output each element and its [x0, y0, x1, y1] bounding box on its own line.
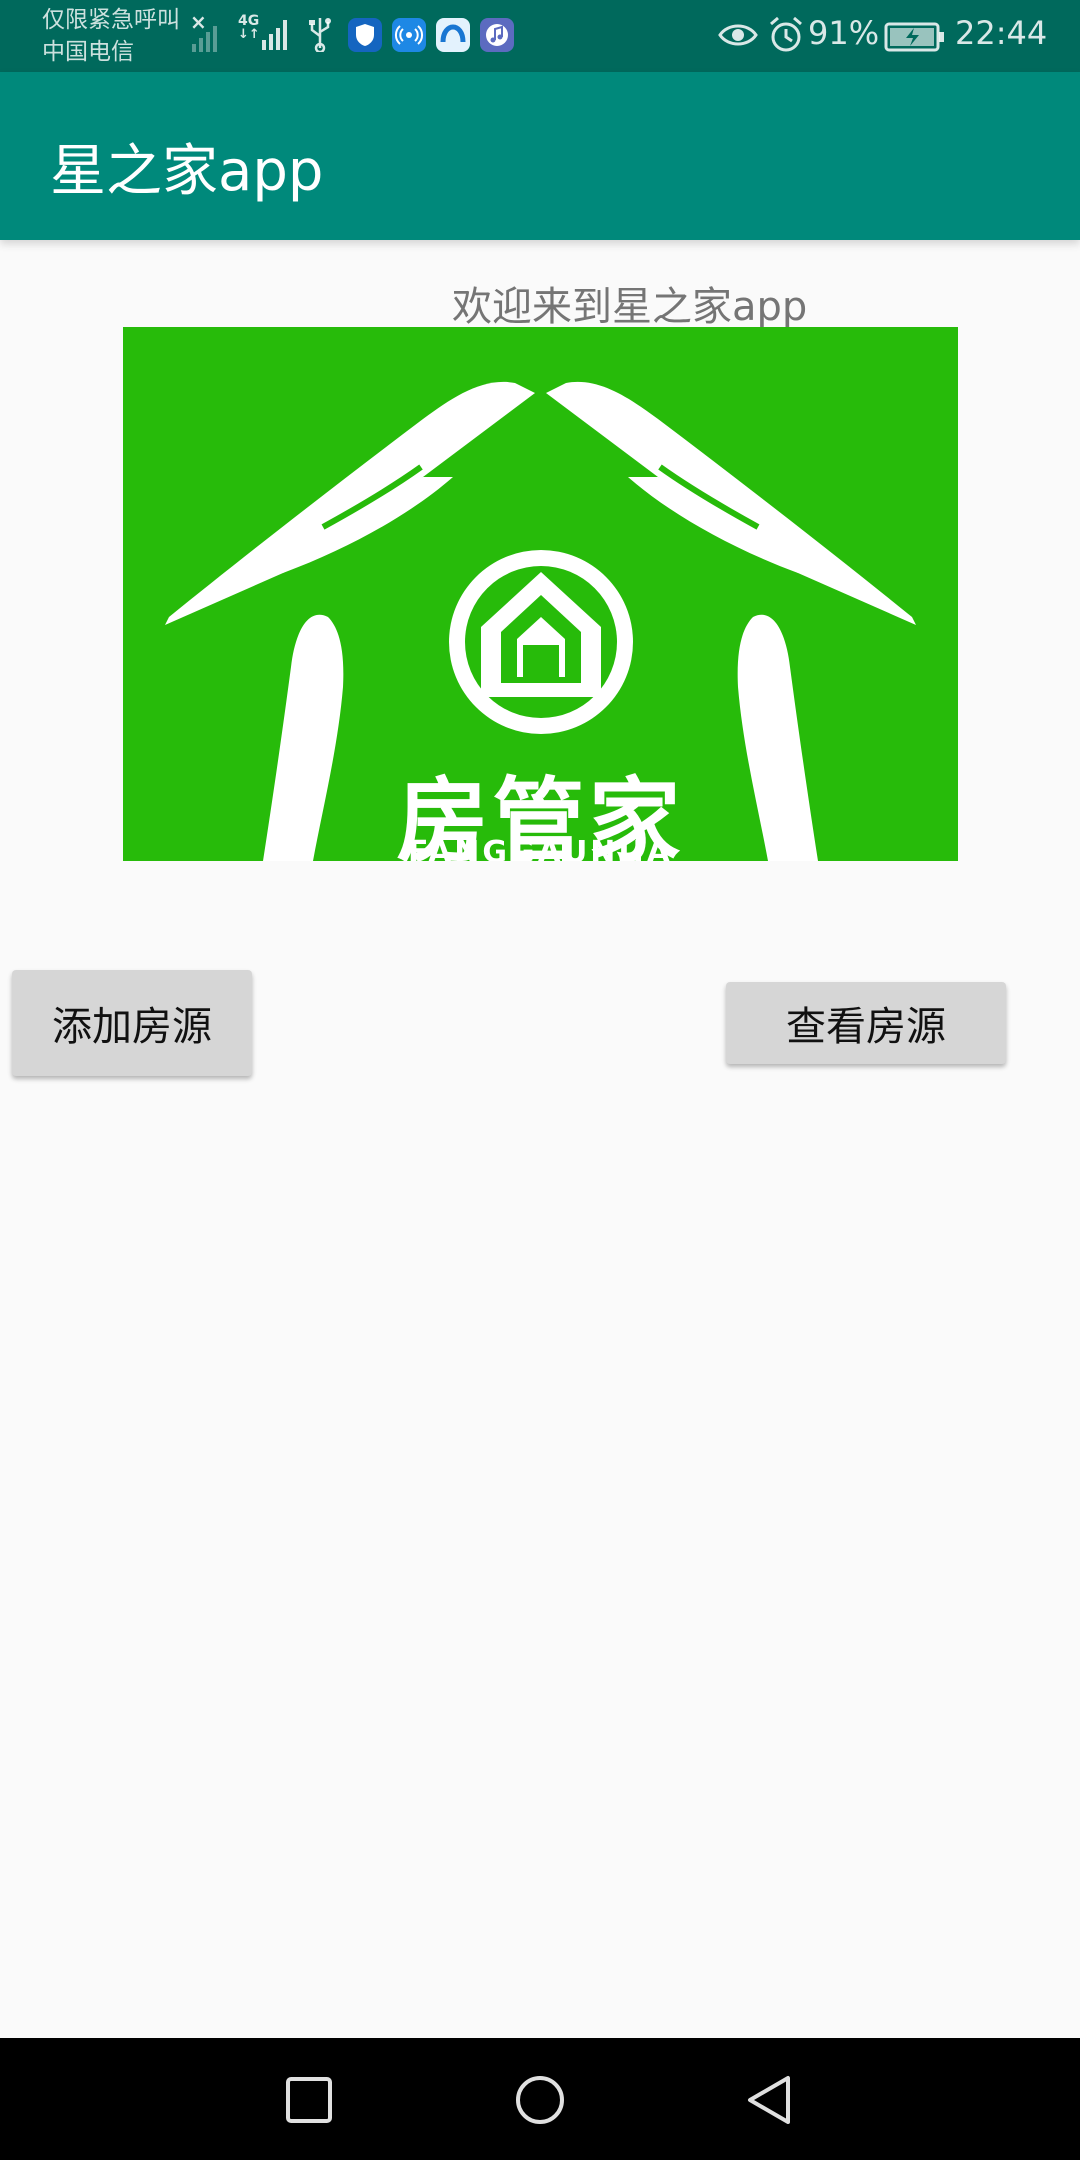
add-listing-button[interactable]: 添加房源: [12, 970, 252, 1076]
signal-icon: [262, 20, 287, 50]
welcome-text: 欢迎来到星之家app: [452, 284, 808, 330]
view-listing-button[interactable]: 查看房源: [726, 982, 1006, 1064]
screen: 仅限紧急呼叫 中国电信 × 4G ↓↑ 91% 22:44 星之家app 欢迎来…: [0, 0, 1080, 2160]
logo-image: 房管家 FANGGAUNJIA: [123, 327, 958, 861]
carrier-line-name: 中国电信: [42, 39, 134, 65]
no-signal-icon: [192, 22, 217, 52]
app-title: 星之家app: [50, 139, 324, 204]
status-bar: 仅限紧急呼叫 中国电信 × 4G ↓↑ 91% 22:44: [0, 0, 1080, 72]
network-activity-arrows: ↓↑: [238, 27, 260, 42]
network-type-indicator: 4G ↓↑: [238, 14, 260, 42]
alarm-icon: [768, 16, 804, 58]
battery-percent: 91%: [808, 14, 880, 52]
back-icon[interactable]: [744, 2074, 796, 2130]
eye-icon: [718, 20, 758, 54]
app-toolbar: 星之家app: [0, 72, 1080, 240]
logo-subtitle: FANGGAUNJIA: [408, 835, 673, 861]
network-type-label: 4G: [238, 13, 260, 29]
home-icon[interactable]: [514, 2074, 566, 2130]
wifi-hotspot-app-icon: [392, 18, 426, 52]
music-app-icon: [480, 18, 514, 52]
battery-charging-icon: [884, 22, 946, 56]
carrier-info: 仅限紧急呼叫 中国电信: [42, 4, 180, 68]
usb-icon: [306, 16, 334, 56]
carrier-line-emergency: 仅限紧急呼叫: [42, 7, 180, 33]
shield-app-icon: [348, 18, 382, 52]
navigation-bar: [0, 2038, 1080, 2160]
clock: 22:44: [955, 14, 1048, 52]
recents-icon[interactable]: [285, 2076, 333, 2128]
cloud-app-icon: [436, 18, 470, 52]
